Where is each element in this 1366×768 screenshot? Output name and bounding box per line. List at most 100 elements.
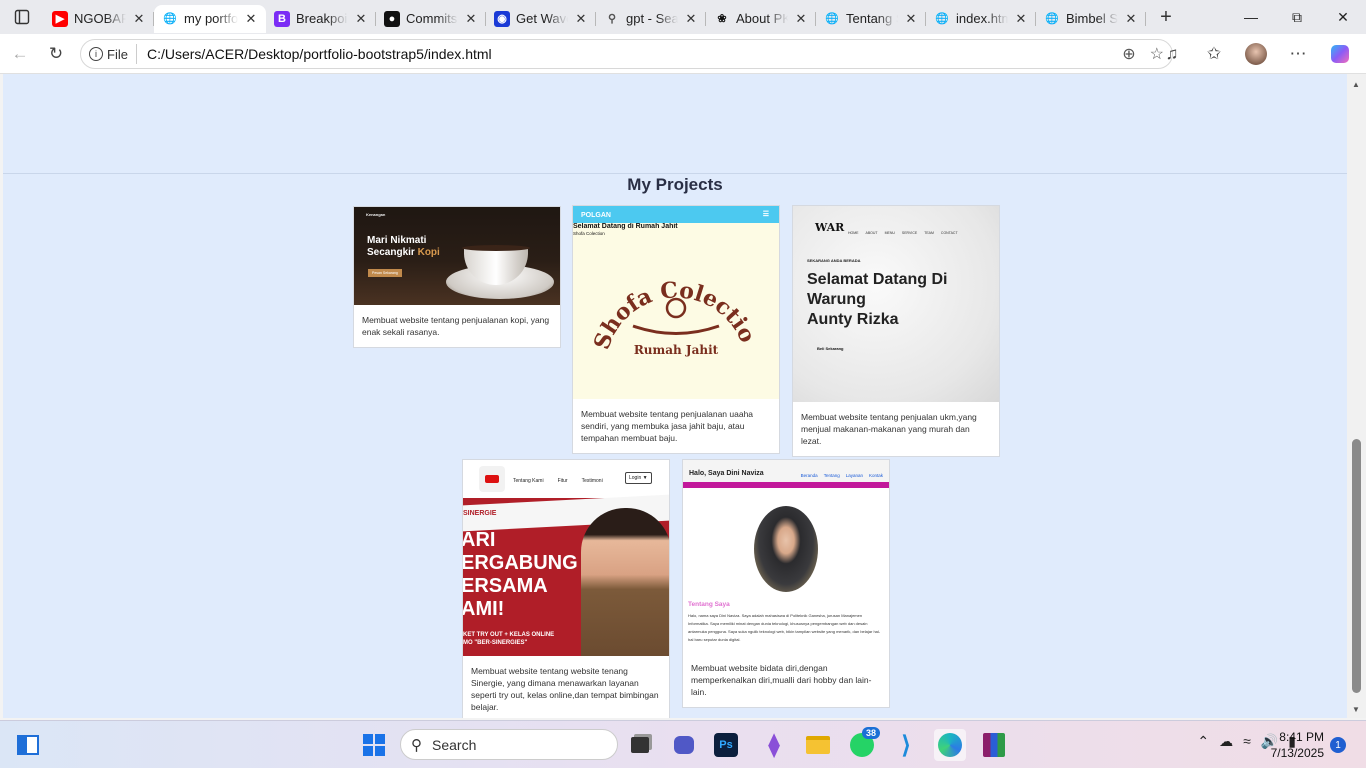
address-bar[interactable]: i File C:/Users/ACER/Desktop/portfolio-b… [80,39,1173,69]
notification-badge[interactable]: 1 [1330,737,1346,753]
warung-nav-item: MENU [884,231,895,235]
warung-nav-item: TEAM [924,231,934,235]
close-tab-icon[interactable]: ✕ [464,11,478,27]
tailor-logo-image: Shofa Colection Rumah Jahit [573,246,760,357]
tab-0[interactable]: ▶ NGOBAR ✕ [44,5,154,33]
coffee-heading-line1: Mari Nikmati [367,235,427,246]
close-tab-icon[interactable]: ✕ [244,11,258,27]
whatsapp-icon[interactable]: 38 [846,727,881,761]
tab-1[interactable]: 🌐 my portfo ✕ [154,4,266,33]
tab-9[interactable]: 🌐 Bimbel Si ✕ [1036,5,1146,33]
vscode-icon[interactable]: ⟩ [890,729,922,761]
taskbar: ⚲ Search Ps ⧫ 38 ⟩ ⌃ ☁ ≈ 🔊 ▮ 8:41 PM 7/1… [0,720,1366,768]
close-window-button[interactable]: ✕ [1320,0,1366,34]
file-explorer-icon[interactable] [802,729,834,761]
close-tab-icon[interactable]: ✕ [354,11,368,27]
youtube-icon: ▶ [52,10,68,27]
tab-4[interactable]: ◉ Get Wave ✕ [486,5,596,33]
globe-icon: 🌐 [935,13,949,25]
back-button[interactable]: ← [2,38,38,70]
section-title: My Projects [627,175,723,194]
tab-2[interactable]: B Breakpoi ✕ [266,5,376,33]
edge-icon[interactable] [934,729,966,761]
sinergie-headline-line: ARI [463,529,496,551]
clock[interactable]: 8:41 PM 7/13/2025 [1271,729,1324,761]
profile-nav-item: Tentang [823,473,840,478]
project-screenshot-profile: Halo, Saya Dini Naviza Beranda Tentang Lay… [683,460,889,658]
winrar-icon[interactable] [978,729,1010,761]
onedrive-icon[interactable]: ☁ [1219,733,1233,750]
task-view-icon[interactable] [624,729,656,761]
tab-actions-button[interactable] [0,0,44,34]
profile-nav-item: Kontak [868,473,883,478]
project-card-tailor[interactable]: POLGAN ☰ Selamat Datang di Rumah Jahit S… [572,205,780,454]
project-card-warung[interactable]: WAR HOME ABOUT MENU SERVICE TEAM CONTACT SEKA… [792,205,1000,457]
wave-icon: ◉ [494,10,510,27]
refresh-button[interactable]: ↻ [38,38,74,70]
tab-title: gpt - Sea [626,11,678,26]
site-info-button[interactable]: i File [81,44,137,64]
project-card-profile[interactable]: Halo, Saya Dini Naviza Beranda Tentang Lay… [682,459,890,708]
scroll-down-arrow[interactable]: ▼ [1352,705,1360,714]
tab-title: Commits [406,11,458,26]
photoshop-icon[interactable]: Ps [714,733,738,757]
sinergie-nav-item: Fitur [557,478,568,484]
new-tab-button[interactable]: + [1146,6,1186,29]
more-menu-icon[interactable]: ⋯ [1280,38,1316,70]
zoom-icon[interactable]: ⊕ [1122,44,1135,64]
tailor-heading: Selamat Datang di Rumah Jahit [573,223,678,230]
profile-title: Halo, Saya Dini Naviza [689,470,764,477]
tab-title: Tentang S [846,11,898,26]
url-text[interactable]: C:/Users/ACER/Desktop/portfolio-bootstra… [147,46,492,62]
page-scrollbar[interactable]: ▲ ▼ [1347,74,1366,718]
tab-7[interactable]: 🌐 Tentang S ✕ [816,5,926,33]
scroll-up-arrow[interactable]: ▲ [1352,80,1360,89]
minimize-button[interactable]: — [1228,0,1274,34]
taskbar-search[interactable]: ⚲ Search [400,729,618,760]
close-tab-icon[interactable]: ✕ [904,11,918,27]
tailor-logo-arc-text: Shofa Colection [573,246,760,353]
tab-8[interactable]: 🌐 index.htm ✕ [926,5,1036,33]
close-tab-icon[interactable]: ✕ [794,11,808,27]
sinergie-footer2: MO "BER-SINERGIES" [463,640,528,646]
sinergie-footer1: KET TRY OUT + KELAS ONLINE [463,632,555,638]
tab-3[interactable]: ● Commits ✕ [376,5,486,33]
close-tab-icon[interactable]: ✕ [132,11,146,27]
warung-heading-line: Aunty Rizka [807,311,899,328]
copilot-icon[interactable] [1322,38,1358,70]
warung-eyebrow: SEKARANG ANDA BERADA [807,258,861,263]
wifi-icon[interactable]: ≈ [1243,733,1251,750]
close-tab-icon[interactable]: ✕ [1014,11,1028,27]
profile-avatar[interactable] [1238,38,1274,70]
tab-6[interactable]: ❀ About PK ✕ [706,5,816,33]
start-button[interactable] [358,729,390,761]
read-aloud-icon[interactable]: ♫ [1154,38,1190,70]
browser-toolbar: ← ↻ i File C:/Users/ACER/Desktop/portfol… [0,34,1366,74]
close-tab-icon[interactable]: ✕ [684,11,698,27]
visual-studio-icon[interactable]: ⧫ [758,729,790,761]
clock-time: 8:41 PM [1279,730,1324,744]
widgets-icon[interactable] [12,729,44,761]
info-icon: i [89,47,103,61]
close-tab-icon[interactable]: ✕ [574,11,588,27]
project-card-sinergie[interactable]: Tentang Kami Fitur Testimoni Login ▼ SINER… [462,459,670,718]
show-hidden-icons[interactable]: ⌃ [1197,733,1209,750]
sinergie-headline-line: ERGABUNG [463,552,578,574]
sinergie-logo-icon [479,466,505,492]
profile-nav-item: Layanan [845,473,863,478]
tab-5[interactable]: ⚲ gpt - Sea ✕ [596,5,706,33]
favorites-icon[interactable]: ✩ [1196,38,1232,70]
project-card-coffee[interactable]: Kenangan Mari Nikmati Secangkir Kopi Pes… [353,206,561,348]
tab-title: About PK [736,11,788,26]
maximize-button[interactable]: ⧉ [1274,0,1320,34]
warung-nav-item: HOME [848,231,859,235]
tab-title: Breakpoi [296,11,348,26]
coffee-order-button: Pesan Sekarang [368,269,402,277]
close-tab-icon[interactable]: ✕ [1124,11,1138,27]
meet-icon[interactable] [668,729,700,761]
scrollbar-thumb[interactable] [1352,439,1361,693]
openai-icon: ❀ [717,13,727,25]
project-screenshot-coffee: Kenangan Mari Nikmati Secangkir Kopi Pes… [354,207,560,305]
warung-logo: WAR [815,221,845,234]
svg-text:Shofa Colection: Shofa Colection [573,246,760,353]
